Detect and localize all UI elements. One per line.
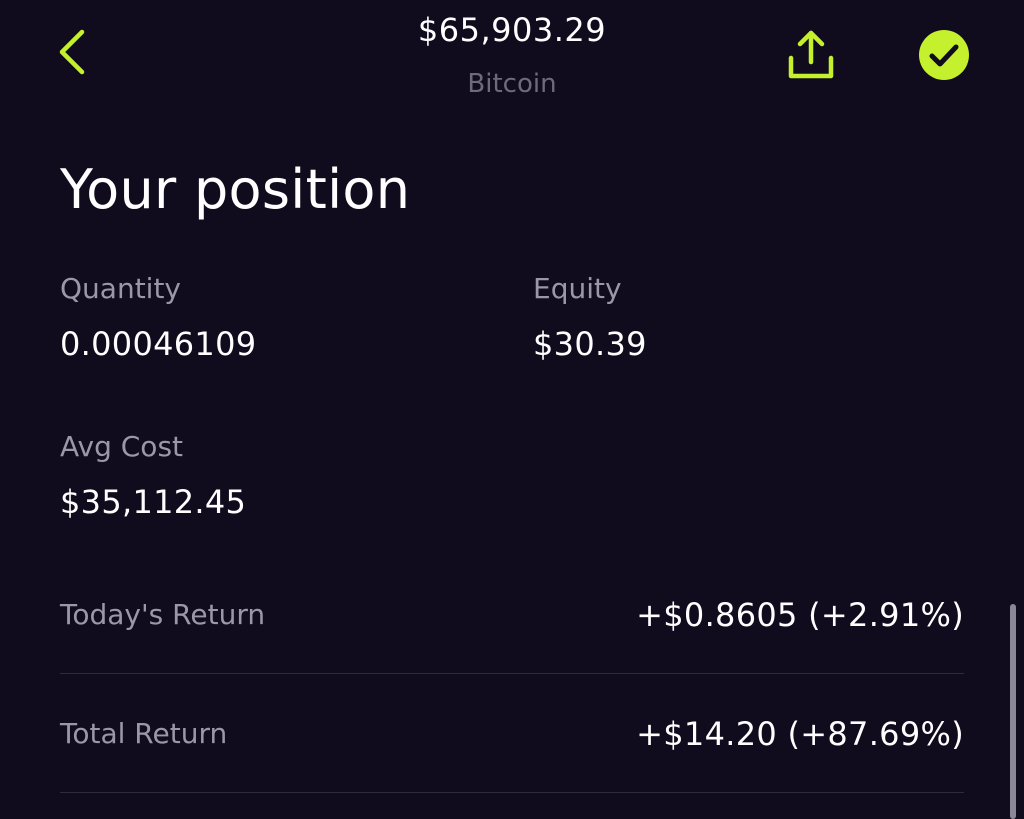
scrollbar[interactable] [1010,604,1016,819]
equity-stat: Equity $30.39 [533,270,647,366]
equity-label: Equity [533,272,622,305]
section-title: Your position [60,158,411,221]
share-button[interactable] [784,28,838,82]
todays-return-value: +$0.8605 (+2.91%) [636,596,964,634]
confirm-button[interactable] [918,29,970,81]
check-circle-icon [919,30,969,80]
total-return-row: Total Return +$14.20 (+87.69%) [60,675,964,793]
total-return-value: +$14.20 (+87.69%) [636,715,964,753]
share-upload-icon [788,30,834,79]
avg-cost-label: Avg Cost [60,430,184,463]
todays-return-row: Today's Return +$0.8605 (+2.91%) [60,556,964,674]
todays-return-label: Today's Return [60,598,266,631]
equity-value: $30.39 [533,325,647,363]
quantity-stat: Quantity 0.00046109 [60,270,256,366]
quantity-value: 0.00046109 [60,325,257,363]
total-return-label: Total Return [60,717,228,750]
quantity-label: Quantity [60,272,181,305]
asset-name: Bitcoin [467,69,557,99]
header-title-group: $65,903.29 Bitcoin [0,8,1024,104]
avg-cost-value: $35,112.45 [60,483,247,521]
avg-cost-stat: Avg Cost $35,112.45 [60,428,246,524]
current-price: $65,903.29 [417,11,607,49]
top-nav-bar: $65,903.29 Bitcoin [0,0,1024,120]
